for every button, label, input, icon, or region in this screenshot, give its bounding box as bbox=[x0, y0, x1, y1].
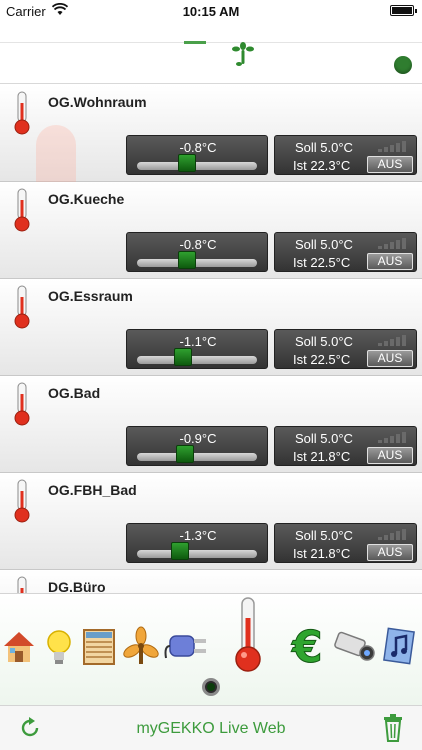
music-icon[interactable] bbox=[380, 626, 416, 666]
mode-button[interactable]: AUS bbox=[367, 350, 413, 367]
slider-track[interactable] bbox=[137, 259, 257, 267]
ist-value: Ist 22.5°C bbox=[293, 255, 351, 270]
table-row[interactable]: OG.Wohnraum -0.8°C Soll 5.0°C Ist 22.3°C… bbox=[0, 85, 422, 205]
room-name: OG.Kueche bbox=[48, 191, 125, 207]
temperature-panel: Soll 5.0°C Ist 21.8°C AUS bbox=[274, 426, 417, 466]
app-screen: Carrier 10:15 AM OG.Wohnraum -0.8°C Soll… bbox=[0, 0, 422, 750]
blinds-icon[interactable] bbox=[82, 628, 116, 666]
room-name: DG.Büro bbox=[48, 579, 106, 593]
divider bbox=[0, 42, 422, 43]
setpoint-slider[interactable]: -0.8°C bbox=[126, 135, 268, 175]
signal-strength-icon bbox=[378, 529, 406, 540]
slider-knob[interactable] bbox=[178, 251, 197, 269]
spinner-icon bbox=[232, 42, 254, 66]
setpoint-slider[interactable]: -1.1°C bbox=[126, 329, 268, 369]
setpoint-slider[interactable]: -0.8°C bbox=[126, 232, 268, 272]
temperature-panel: Soll 5.0°C Ist 22.5°C AUS bbox=[274, 232, 417, 272]
room-name: OG.Bad bbox=[48, 385, 101, 401]
temperature-panel: Soll 5.0°C Ist 21.8°C AUS bbox=[274, 523, 417, 563]
slider-value: -1.1°C bbox=[179, 334, 217, 349]
bulb-icon[interactable] bbox=[44, 628, 74, 668]
room-name: OG.FBH_Bad bbox=[48, 482, 137, 498]
slider-track[interactable] bbox=[137, 453, 257, 461]
top-bar bbox=[0, 22, 422, 84]
slider-value: -0.8°C bbox=[179, 237, 217, 252]
house-icon[interactable] bbox=[0, 626, 38, 666]
ist-value: Ist 21.8°C bbox=[293, 546, 351, 561]
soll-value: Soll 5.0°C bbox=[295, 431, 353, 446]
connection-status-icon bbox=[394, 56, 412, 74]
fan-icon[interactable] bbox=[122, 626, 160, 666]
battery-icon bbox=[390, 5, 417, 16]
signal-strength-icon bbox=[378, 238, 406, 249]
signal-strength-icon bbox=[378, 141, 406, 152]
soll-value: Soll 5.0°C bbox=[295, 528, 353, 543]
mode-button[interactable]: AUS bbox=[367, 156, 413, 173]
slider-track[interactable] bbox=[137, 356, 257, 364]
slider-knob[interactable] bbox=[176, 445, 194, 463]
thermometer-icon bbox=[17, 576, 27, 593]
ist-value: Ist 21.8°C bbox=[293, 449, 351, 464]
table-row[interactable]: OG.Bad -0.9°C Soll 5.0°C Ist 21.8°C AUS bbox=[0, 376, 422, 473]
table-row[interactable]: OG.FBH_Bad -1.3°C Soll 5.0°C Ist 21.8°C … bbox=[0, 473, 422, 570]
slider-track[interactable] bbox=[137, 162, 257, 170]
table-row[interactable]: DG.Büro bbox=[0, 570, 422, 593]
slider-knob[interactable] bbox=[178, 154, 197, 172]
category-bar: € bbox=[0, 593, 422, 705]
camera-icon[interactable] bbox=[334, 628, 376, 664]
thermometer-icon bbox=[14, 479, 30, 523]
slider-value: -1.3°C bbox=[179, 528, 217, 543]
bottom-toolbar: myGEKKO Live Web bbox=[0, 705, 422, 750]
thermometer-icon bbox=[14, 382, 30, 426]
ist-value: Ist 22.5°C bbox=[293, 352, 351, 367]
slider-value: -0.8°C bbox=[179, 140, 217, 155]
slider-knob[interactable] bbox=[171, 542, 190, 560]
soll-value: Soll 5.0°C bbox=[295, 140, 353, 155]
ist-value: Ist 22.3°C bbox=[293, 158, 351, 173]
slider-track[interactable] bbox=[137, 550, 257, 558]
thermometer-icon bbox=[14, 285, 30, 329]
svg-text:€: € bbox=[291, 622, 323, 668]
mode-button[interactable]: AUS bbox=[367, 253, 413, 270]
signal-strength-icon bbox=[378, 432, 406, 443]
room-name: OG.Essraum bbox=[48, 288, 133, 304]
signal-strength-icon bbox=[378, 335, 406, 346]
room-list[interactable]: OG.Wohnraum -0.8°C Soll 5.0°C Ist 22.3°C… bbox=[0, 85, 422, 593]
page-indicator[interactable] bbox=[202, 678, 220, 696]
app-title: myGEKKO Live Web bbox=[136, 720, 286, 737]
plug-icon[interactable] bbox=[164, 626, 210, 666]
euro-icon[interactable]: € bbox=[290, 622, 330, 668]
mode-button[interactable]: AUS bbox=[367, 447, 413, 464]
trash-icon[interactable] bbox=[382, 714, 404, 742]
table-row[interactable]: OG.Kueche -0.8°C Soll 5.0°C Ist 22.5°C A… bbox=[0, 182, 422, 279]
mode-button[interactable]: AUS bbox=[367, 544, 413, 561]
thermometer-icon bbox=[14, 91, 30, 135]
thermometer-icon[interactable] bbox=[228, 596, 268, 674]
status-bar: Carrier 10:15 AM bbox=[0, 0, 422, 22]
setpoint-slider[interactable]: -0.9°C bbox=[126, 426, 268, 466]
setpoint-slider[interactable]: -1.3°C bbox=[126, 523, 268, 563]
soll-value: Soll 5.0°C bbox=[295, 334, 353, 349]
table-row[interactable]: OG.Essraum -1.1°C Soll 5.0°C Ist 22.5°C … bbox=[0, 279, 422, 376]
slider-knob[interactable] bbox=[173, 348, 192, 366]
room-name: OG.Wohnraum bbox=[48, 94, 147, 110]
slider-value: -0.9°C bbox=[179, 431, 217, 446]
thermometer-icon bbox=[14, 188, 30, 232]
temperature-panel: Soll 5.0°C Ist 22.3°C AUS bbox=[274, 135, 417, 175]
clock: 10:15 AM bbox=[182, 4, 240, 19]
temperature-panel: Soll 5.0°C Ist 22.5°C AUS bbox=[274, 329, 417, 369]
soll-value: Soll 5.0°C bbox=[295, 237, 353, 252]
loading-indicator bbox=[184, 41, 206, 44]
